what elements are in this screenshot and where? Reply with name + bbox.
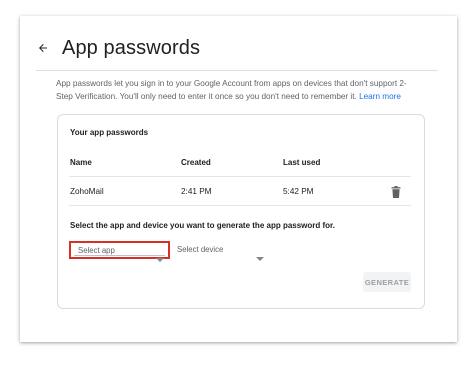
intro-text: App passwords let you sign in to your Go…	[56, 78, 422, 103]
select-app-value: Select app	[78, 246, 115, 255]
page-title: App passwords	[62, 36, 201, 59]
row-last-used-cell: 5:42 PM	[283, 187, 314, 196]
row-name-cell: ZohoMail	[70, 187, 104, 196]
header-divider	[36, 70, 438, 71]
section-title: Your app passwords	[70, 128, 149, 137]
caret-down-icon	[156, 249, 164, 267]
back-arrow-icon[interactable]	[36, 41, 50, 55]
generator-prompt: Select the app and device you want to ge…	[70, 221, 335, 230]
select-device-value: Select device	[177, 245, 224, 254]
column-header-last-used: Last used	[283, 158, 321, 167]
generate-button[interactable]: GENERATE	[363, 272, 411, 292]
caret-down-icon	[256, 248, 264, 266]
trash-icon[interactable]	[391, 185, 401, 198]
table-header-divider	[69, 176, 411, 177]
page-header: App passwords	[36, 28, 200, 68]
select-app-dropdown[interactable]: Select app	[69, 241, 170, 262]
select-app-underline	[74, 255, 165, 256]
column-header-name: Name	[70, 158, 92, 167]
learn-more-link[interactable]: Learn more	[359, 92, 401, 101]
row-created-cell: 2:41 PM	[181, 187, 212, 196]
column-header-created: Created	[181, 158, 211, 167]
intro-description: App passwords let you sign in to your Go…	[56, 79, 407, 101]
table-row-divider	[69, 205, 411, 206]
select-device-dropdown[interactable]: Select device	[174, 243, 266, 261]
